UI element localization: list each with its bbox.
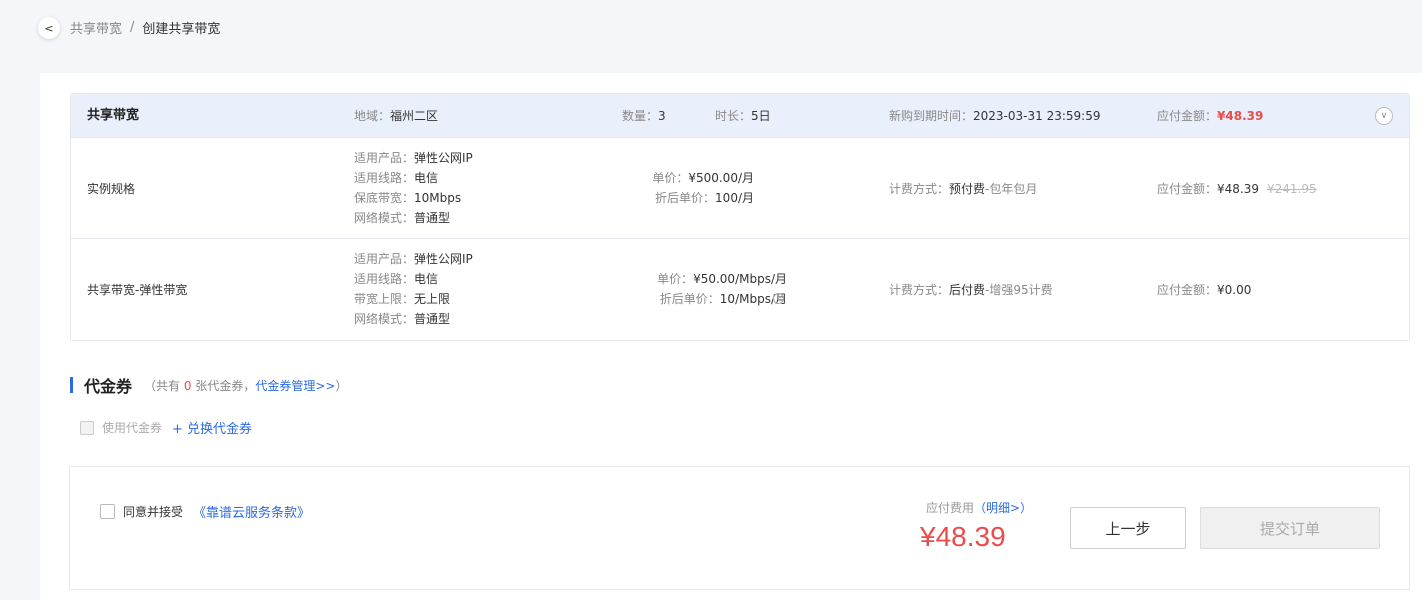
row-amount: 应付金额：¥0.00 (1157, 281, 1251, 298)
row-name: 共享带宽-弹性带宽 (87, 283, 188, 297)
original-amount: ¥241.95 (1267, 182, 1317, 196)
spec-label: 适用产品： (354, 151, 415, 165)
spec-value: 普通型 (414, 211, 451, 225)
voucher-note: （共有 0 张代金券，代金券管理>>） (144, 377, 347, 394)
section-accent-bar (70, 377, 73, 393)
unit-price-block: 单价：¥500.00/月 折后单价：100/月 (652, 168, 754, 208)
breadcrumb-parent[interactable]: 共享带宽 (70, 18, 122, 37)
order-title: 共享带宽 (87, 108, 140, 123)
unit-price-value: ¥50.00/Mbps/月 (693, 272, 787, 286)
billing-label: 计费方式： (889, 283, 950, 297)
spec-label: 保底带宽： (354, 191, 415, 205)
spec-value: 普通型 (414, 312, 451, 326)
unit-price-block: 单价：¥50.00/Mbps/月 折后单价：10/Mbps/月 (657, 269, 787, 309)
row-name: 实例规格 (87, 182, 136, 196)
terms-link[interactable]: 《靠谱云服务条款》 (193, 502, 310, 521)
main-card: 共享带宽 地域：福州二区 数量：3 时长：5日 新购到期时间：2023-03-3… (40, 73, 1422, 600)
spec-value: 弹性公网IP (414, 252, 473, 266)
fee-label: 应付费用（明细>） (926, 499, 1032, 516)
chevron-left-icon[interactable]: < (38, 17, 60, 39)
spec-value: 电信 (414, 272, 439, 286)
billing-sub: -包年包月 (985, 182, 1038, 196)
spec-list: 适用产品：弹性公网IP 适用线路：电信 带宽上限：无上限 网络模式：普通型 (354, 249, 473, 329)
header-amount-label: 应付金额： (1157, 109, 1218, 123)
duration-value: 5日 (751, 109, 771, 123)
billing-method: 计费方式：后付费-增强95计费 (889, 281, 1053, 298)
spec-value: 电信 (414, 171, 439, 185)
spec-value: 10Mbps (414, 191, 462, 205)
spec-value: 无上限 (414, 292, 451, 306)
expire-value: 2023-03-31 23:59:59 (973, 109, 1101, 123)
voucher-manage-link[interactable]: 代金券管理>> (255, 379, 335, 393)
duration-label: 时长： (715, 109, 752, 123)
voucher-note-mid: 张代金券， (195, 378, 256, 393)
top-bar: < 共享带宽 / 创建共享带宽 (0, 0, 1422, 55)
voucher-use-row: 使用代金券 + 兑换代金券 (80, 418, 252, 437)
quantity-info: 数量：3 (622, 94, 666, 138)
order-summary-table: 共享带宽 地域：福州二区 数量：3 时长：5日 新购到期时间：2023-03-3… (70, 93, 1410, 341)
spec-value: 弹性公网IP (414, 151, 473, 165)
billing-method: 计费方式：预付费-包年包月 (889, 180, 1037, 197)
amount-value: ¥0.00 (1217, 283, 1252, 297)
voucher-heading: 代金券 (84, 377, 133, 396)
row-amount: 应付金额：¥48.39 ¥241.95 (1157, 180, 1317, 197)
discount-price-label: 折后单价： (655, 191, 716, 205)
voucher-note-suffix: ） (335, 378, 348, 393)
spec-list: 适用产品：弹性公网IP 适用线路：电信 保底带宽：10Mbps 网络模式：普通型 (354, 148, 473, 228)
expire-label: 新购到期时间： (889, 109, 974, 123)
exchange-voucher-link[interactable]: + 兑换代金券 (172, 418, 252, 437)
header-amount-value: ¥48.39 (1217, 109, 1264, 123)
spec-label: 网络模式： (354, 211, 415, 225)
expire-info: 新购到期时间：2023-03-31 23:59:59 (889, 94, 1100, 138)
amount-label: 应付金额： (1157, 182, 1218, 196)
discount-price-label: 折后单价： (659, 292, 720, 306)
discount-price-value: 100/月 (715, 191, 754, 205)
agree-checkbox[interactable] (100, 504, 115, 519)
spec-label: 适用线路： (354, 272, 415, 286)
fee-detail-link[interactable]: （明细>） (974, 501, 1032, 515)
total-fee: ¥48.39 (920, 521, 1006, 552)
billing-main: 后付费 (949, 283, 986, 297)
spec-label: 适用线路： (354, 171, 415, 185)
order-row: 共享带宽-弹性带宽 适用产品：弹性公网IP 适用线路：电信 带宽上限：无上限 网… (71, 239, 1409, 340)
breadcrumb-separator: / (130, 20, 135, 35)
breadcrumb: 共享带宽 / 创建共享带宽 (70, 18, 220, 37)
region-label: 地域： (354, 109, 391, 123)
amount-value: ¥48.39 (1217, 182, 1260, 196)
quantity-value: 3 (658, 109, 666, 123)
unit-price-label: 单价： (652, 171, 689, 185)
region-info: 地域：福州二区 (354, 94, 438, 138)
chevron-down-icon[interactable]: ∨ (1375, 107, 1393, 125)
billing-label: 计费方式： (889, 182, 950, 196)
unit-price-label: 单价： (657, 272, 694, 286)
unit-price-value: ¥500.00/月 (688, 171, 754, 185)
previous-step-button[interactable]: 上一步 (1070, 507, 1186, 549)
duration-info: 时长：5日 (715, 94, 771, 138)
region-value: 福州二区 (390, 109, 439, 123)
voucher-note-prefix: （共有 (144, 378, 181, 393)
voucher-section-title: 代金券 （共有 0 张代金券，代金券管理>>） (70, 373, 347, 397)
order-row: 实例规格 适用产品：弹性公网IP 适用线路：电信 保底带宽：10Mbps 网络模… (71, 138, 1409, 239)
agree-label: 同意并接受 (123, 505, 184, 519)
order-header: 共享带宽 地域：福州二区 数量：3 时长：5日 新购到期时间：2023-03-3… (71, 94, 1409, 138)
quantity-label: 数量： (622, 109, 659, 123)
fee-label-text: 应付费用 (926, 501, 975, 515)
use-voucher-checkbox[interactable] (80, 420, 94, 435)
billing-main: 预付费 (949, 182, 986, 196)
voucher-count: 0 (183, 378, 192, 393)
agree-terms: 同意并接受 《靠谱云服务条款》 (100, 502, 310, 521)
breadcrumb-current: 创建共享带宽 (142, 22, 221, 37)
amount-label: 应付金额： (1157, 283, 1218, 297)
spec-label: 网络模式： (354, 312, 415, 326)
billing-sub: -增强95计费 (985, 283, 1053, 297)
submit-order-button[interactable]: 提交订单 (1200, 507, 1380, 549)
header-amount-info: 应付金额：¥48.39 (1157, 94, 1263, 138)
spec-label: 适用产品： (354, 252, 415, 266)
use-voucher-label: 使用代金券 (102, 421, 163, 435)
info-icon[interactable]: i (773, 293, 784, 304)
spec-label: 带宽上限： (354, 292, 415, 306)
checkout-footer: 同意并接受 《靠谱云服务条款》 应付费用（明细>） ¥48.39 上一步 提交订… (69, 466, 1410, 590)
